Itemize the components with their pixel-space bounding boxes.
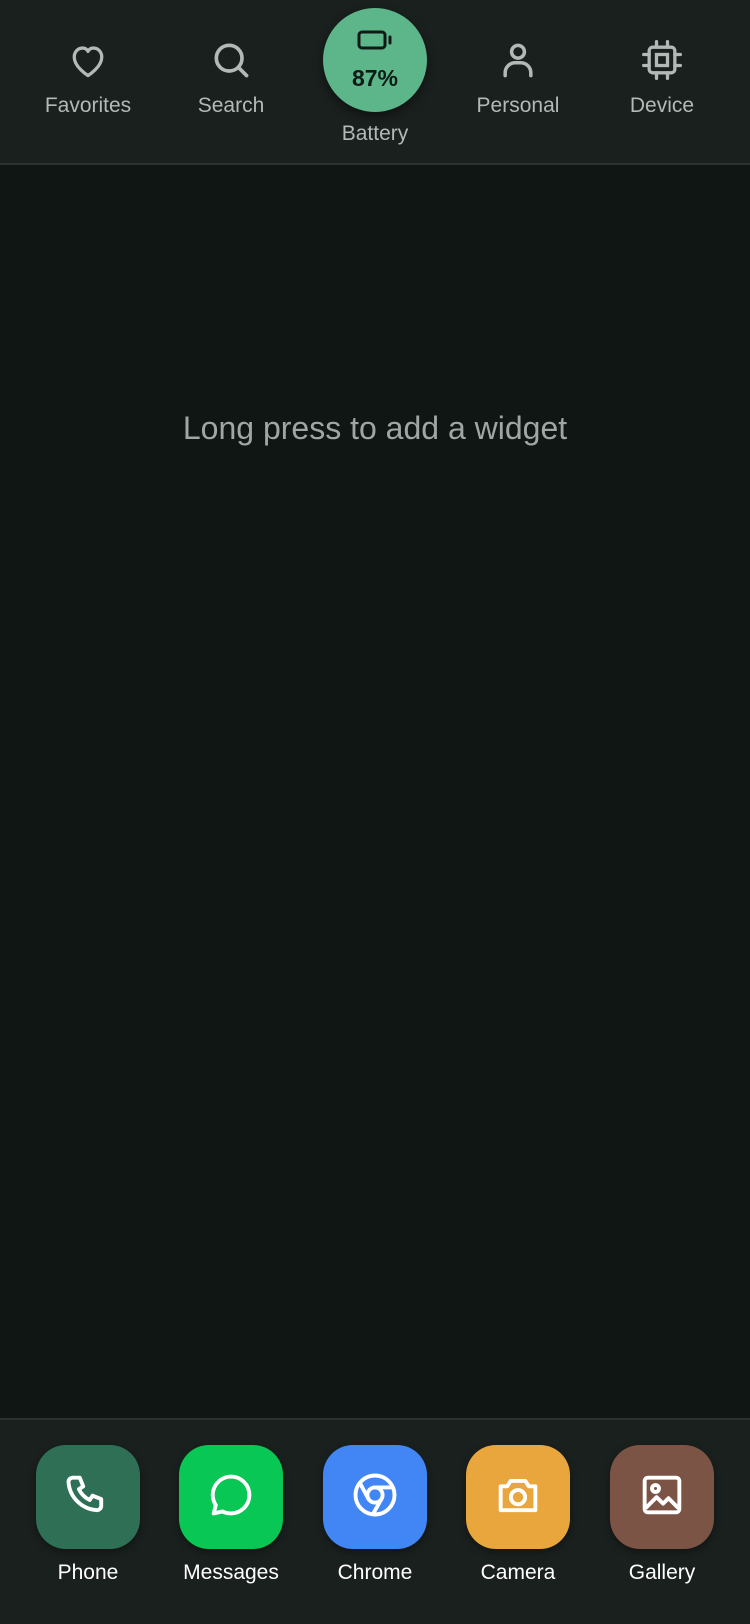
- tab-personal-label: Personal: [476, 94, 560, 117]
- app-tile[interactable]: [36, 1445, 140, 1549]
- app-tile[interactable]: [179, 1445, 283, 1549]
- app-dock: Phone Messages Chrome Camera Gallery: [0, 1418, 750, 1624]
- app-tile[interactable]: [323, 1445, 427, 1549]
- chrome-icon: [349, 1469, 401, 1526]
- battery-indicator[interactable]: 87%: [323, 8, 427, 112]
- app-tile[interactable]: [610, 1445, 714, 1549]
- chat-bubble-icon: [205, 1469, 257, 1526]
- top-navigation-bar: Favorites Search 87% Battery Personal De…: [0, 0, 750, 165]
- tab-battery[interactable]: 87% Battery: [300, 0, 450, 163]
- app-gallery[interactable]: Gallery: [587, 1445, 737, 1585]
- tab-search-label: Search: [197, 94, 265, 117]
- app-camera-label: Camera: [480, 1561, 556, 1584]
- tab-device[interactable]: Device: [587, 0, 737, 163]
- widget-hint-text: Long press to add a widget: [182, 410, 568, 446]
- chip-icon: [640, 38, 684, 82]
- app-camera[interactable]: Camera: [443, 1445, 593, 1585]
- app-gallery-label: Gallery: [628, 1561, 696, 1584]
- heart-icon: [66, 38, 110, 82]
- battery-icon: [355, 28, 395, 57]
- tab-personal[interactable]: Personal: [443, 0, 593, 163]
- tab-battery-label: Battery: [341, 122, 409, 145]
- app-phone-label: Phone: [57, 1561, 119, 1584]
- phone-icon: [62, 1469, 114, 1526]
- person-icon: [496, 38, 540, 82]
- tab-favorites[interactable]: Favorites: [13, 0, 163, 163]
- app-tile[interactable]: [466, 1445, 570, 1549]
- app-chrome-label: Chrome: [337, 1561, 413, 1584]
- app-chrome[interactable]: Chrome: [300, 1445, 450, 1585]
- app-messages[interactable]: Messages: [156, 1445, 306, 1585]
- tab-search[interactable]: Search: [156, 0, 306, 163]
- battery-percentage: 87%: [351, 65, 399, 91]
- app-phone[interactable]: Phone: [13, 1445, 163, 1585]
- tab-favorites-label: Favorites: [44, 94, 132, 117]
- image-icon: [636, 1469, 688, 1526]
- tab-device-label: Device: [629, 94, 695, 117]
- camera-icon: [492, 1469, 544, 1526]
- search-icon: [209, 38, 253, 82]
- app-messages-label: Messages: [183, 1561, 279, 1584]
